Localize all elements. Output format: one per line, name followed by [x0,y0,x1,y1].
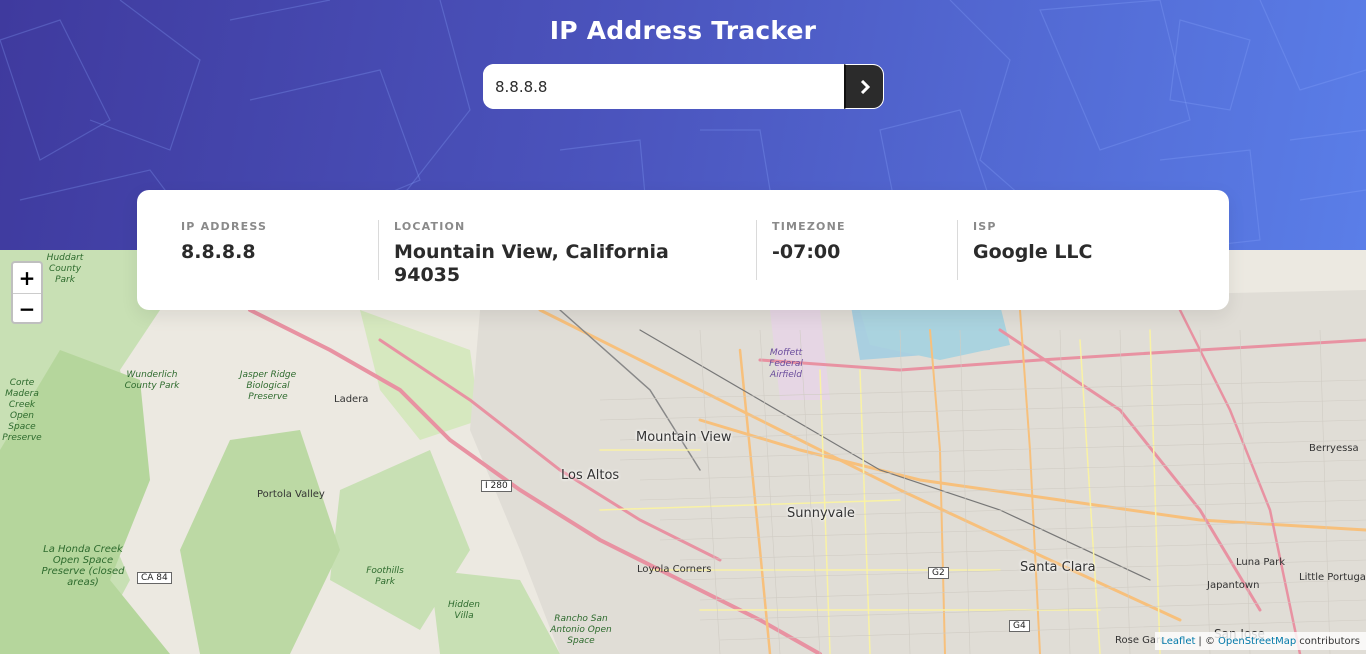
isp-value: Google LLC [973,241,1093,263]
divider [378,220,379,280]
attribution-separator: | © [1198,635,1215,647]
map-attribution: Leaflet | © OpenStreetMap contributors [1155,632,1366,650]
map-label-huddart: Huddart County Park [46,253,84,285]
map-label-rancho: Rancho San Antonio Open Space [550,614,612,646]
zoom-in-button[interactable]: + [13,263,41,293]
highway-shield-ca84: CA 84 [137,572,172,584]
map-label-ladera: Ladera [334,394,369,405]
map-label-corte-madera: Corte Madera Creek Open Space Preserve [2,378,42,443]
map-label-moffett: Moffett Federal Airfield [769,348,803,380]
location-label: LOCATION [394,220,466,233]
ip-info-card: IP ADDRESS 8.8.8.8 LOCATION Mountain Vie… [137,190,1229,310]
divider [957,220,958,280]
ip-search-input[interactable] [483,64,844,109]
location-section: LOCATION Mountain View, California 94035 [394,220,744,287]
zoom-out-button[interactable]: − [13,293,41,322]
ip-address-label: IP ADDRESS [181,220,268,233]
map-label-portola-valley: Portola Valley [257,489,325,500]
ip-address-value: 8.8.8.8 [181,241,256,263]
timezone-label: TIMEZONE [772,220,846,233]
highway-shield-g4: G4 [1009,620,1030,632]
timezone-value: -07:00 [772,241,841,263]
map-label-japantown: Japantown [1207,580,1260,591]
map-label-mountain-view: Mountain View [636,430,732,445]
ip-address-section: IP ADDRESS 8.8.8.8 [181,220,371,264]
map-tiles [0,250,1366,654]
map-label-hidden-villa: Hidden Villa [448,600,480,621]
chevron-right-icon [860,79,870,94]
map-label-little-portugal: Little Portuga [1299,572,1366,583]
map-label-jasper-ridge: Jasper Ridge Biological Preserve [239,370,297,402]
map-label-santa-clara: Santa Clara [1020,560,1096,575]
location-value: Mountain View, California 94035 [394,241,744,287]
attribution-contributors: contributors [1299,635,1360,647]
divider [756,220,757,280]
leaflet-link[interactable]: Leaflet [1161,636,1195,647]
map-label-la-honda: La Honda Creek Open Space Preserve (clos… [41,544,125,588]
map-label-luna-park: Luna Park [1236,557,1285,568]
search-submit-button[interactable] [844,64,884,109]
map-label-foothills: Foothills Park [366,566,404,587]
location-value-line2: 94035 [394,264,461,286]
ip-search-form [483,64,884,109]
map-view[interactable]: Mountain View Los Altos Sunnyvale Santa … [0,250,1366,654]
map-zoom-control: + − [11,261,43,324]
map-label-wunderlich: Wunderlich County Park [124,370,180,391]
highway-shield-i280: I 280 [481,480,512,492]
map-label-los-altos: Los Altos [561,468,620,483]
isp-label: ISP [973,220,997,233]
map-label-sunnyvale: Sunnyvale [787,506,855,521]
page-title: IP Address Tracker [549,16,817,45]
isp-section: ISP Google LLC [973,220,1193,264]
openstreetmap-link[interactable]: OpenStreetMap [1218,636,1296,647]
timezone-section: TIMEZONE -07:00 [772,220,942,264]
highway-shield-g2: G2 [928,567,949,579]
location-value-line1: Mountain View, California [394,241,669,263]
map-label-loyola-corners: Loyola Corners [637,564,712,575]
map-label-berryessa: Berryessa [1309,443,1359,454]
